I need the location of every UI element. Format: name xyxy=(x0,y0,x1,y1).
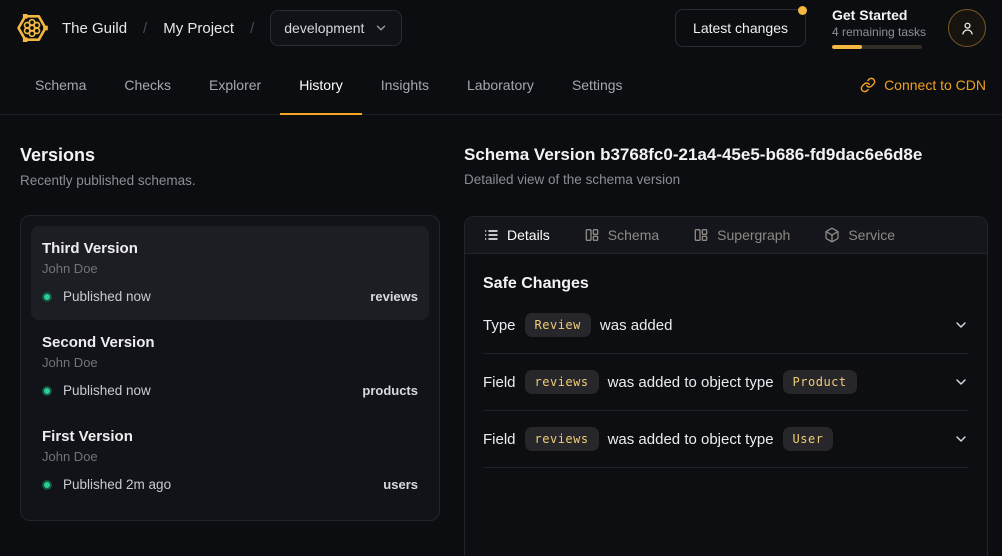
tab-checks[interactable]: Checks xyxy=(105,56,190,115)
get-started-subtitle: 4 remaining tasks xyxy=(832,25,922,39)
change-row[interactable]: Field reviews was added to object type P… xyxy=(483,354,969,411)
target-selector[interactable]: development xyxy=(270,10,402,46)
versions-title: Versions xyxy=(20,145,440,166)
change-row[interactable]: Type Review was added xyxy=(483,297,969,354)
breadcrumb-org[interactable]: The Guild xyxy=(62,20,127,37)
latest-changes-label: Latest changes xyxy=(693,20,788,36)
safe-changes-title: Safe Changes xyxy=(483,275,969,293)
change-text: was added to object type xyxy=(608,431,774,448)
service-name: products xyxy=(362,383,418,398)
change-type-badge: User xyxy=(783,427,834,451)
progress-fill xyxy=(832,45,862,49)
change-prefix: Field xyxy=(483,374,516,391)
change-code-badge: reviews xyxy=(525,427,599,451)
latest-changes-button[interactable]: Latest changes xyxy=(675,9,806,47)
tab-insights[interactable]: Insights xyxy=(362,56,448,115)
change-text: was added xyxy=(600,317,673,334)
detail-tab-schema[interactable]: Schema xyxy=(584,227,659,243)
schema-version-panel: Schema Version b3768fc0-21a4-45e5-b686-f… xyxy=(464,145,988,556)
layout-columns-icon xyxy=(693,227,709,243)
published-label: Published now xyxy=(63,289,151,304)
breadcrumb-separator: / xyxy=(248,20,256,37)
expand-row-control[interactable] xyxy=(953,431,969,447)
change-code-badge: reviews xyxy=(525,370,599,394)
change-type-badge: Product xyxy=(783,370,857,394)
versions-list: Third Version John Doe Published now rev… xyxy=(20,215,440,521)
version-name: First Version xyxy=(42,428,418,445)
version-name: Third Version xyxy=(42,240,418,257)
get-started-progress-bar xyxy=(832,45,922,49)
versions-panel: Versions Recently published schemas. Thi… xyxy=(20,145,440,556)
version-author: John Doe xyxy=(42,261,418,276)
change-text: was added to object type xyxy=(608,374,774,391)
published-status-dot xyxy=(42,386,52,396)
detail-tab-label: Service xyxy=(848,227,895,243)
service-name: reviews xyxy=(370,289,418,304)
detail-tab-label: Schema xyxy=(608,227,659,243)
published-status-dot xyxy=(42,480,52,490)
chevron-down-icon xyxy=(374,21,388,35)
change-prefix: Type xyxy=(483,317,516,334)
expand-row-control[interactable] xyxy=(953,374,969,390)
top-bar: The Guild / My Project / development Lat… xyxy=(0,0,1002,56)
detail-tab-service[interactable]: Service xyxy=(824,227,895,243)
link-icon xyxy=(860,77,876,93)
hive-logo-icon[interactable] xyxy=(16,12,48,44)
target-selector-value: development xyxy=(284,20,364,36)
user-icon xyxy=(959,20,976,37)
layout-columns-icon xyxy=(584,227,600,243)
schema-version-subtitle: Detailed view of the schema version xyxy=(464,172,988,187)
version-author: John Doe xyxy=(42,355,418,370)
tab-schema[interactable]: Schema xyxy=(16,56,105,115)
schema-version-detail-box: Details Schema Supergr xyxy=(464,216,988,556)
list-icon xyxy=(483,227,499,243)
chevron-down-icon xyxy=(953,317,969,333)
connect-to-cdn-link[interactable]: Connect to CDN xyxy=(860,56,986,114)
user-avatar[interactable] xyxy=(948,9,986,47)
chevron-down-icon xyxy=(953,374,969,390)
change-prefix: Field xyxy=(483,431,516,448)
published-label: Published now xyxy=(63,383,151,398)
chevron-down-icon xyxy=(953,431,969,447)
published-label: Published 2m ago xyxy=(63,477,171,492)
box-icon xyxy=(824,227,840,243)
version-name: Second Version xyxy=(42,334,418,351)
detail-tab-label: Details xyxy=(507,227,550,243)
service-name: users xyxy=(383,477,418,492)
detail-content: Safe Changes Type Review was added Field… xyxy=(465,275,987,468)
project-nav: Schema Checks Explorer History Insights … xyxy=(0,56,1002,115)
change-code-badge: Review xyxy=(525,313,591,337)
detail-tab-supergraph[interactable]: Supergraph xyxy=(693,227,790,243)
breadcrumb-separator: / xyxy=(141,20,149,37)
detail-tab-label: Supergraph xyxy=(717,227,790,243)
version-list-item[interactable]: Second Version John Doe Published now pr… xyxy=(31,320,429,414)
connect-to-cdn-label: Connect to CDN xyxy=(884,77,986,93)
versions-subtitle: Recently published schemas. xyxy=(20,173,440,188)
version-list-item[interactable]: First Version John Doe Published 2m ago … xyxy=(31,414,429,508)
expand-row-control[interactable] xyxy=(953,317,969,333)
published-status-dot xyxy=(42,292,52,302)
breadcrumb-project[interactable]: My Project xyxy=(163,20,234,37)
tab-settings[interactable]: Settings xyxy=(553,56,642,115)
tab-explorer[interactable]: Explorer xyxy=(190,56,280,115)
version-list-item[interactable]: Third Version John Doe Published now rev… xyxy=(31,226,429,320)
tab-laboratory[interactable]: Laboratory xyxy=(448,56,553,115)
tab-history[interactable]: History xyxy=(280,56,362,115)
main-content: Versions Recently published schemas. Thi… xyxy=(0,115,1002,556)
get-started-widget[interactable]: Get Started 4 remaining tasks xyxy=(832,7,922,49)
schema-version-title: Schema Version b3768fc0-21a4-45e5-b686-f… xyxy=(464,145,988,165)
notification-dot xyxy=(798,6,807,15)
detail-tab-bar: Details Schema Supergr xyxy=(465,217,987,254)
get-started-title: Get Started xyxy=(832,7,922,23)
detail-tab-details[interactable]: Details xyxy=(483,227,550,243)
version-author: John Doe xyxy=(42,449,418,464)
change-row[interactable]: Field reviews was added to object type U… xyxy=(483,411,969,468)
